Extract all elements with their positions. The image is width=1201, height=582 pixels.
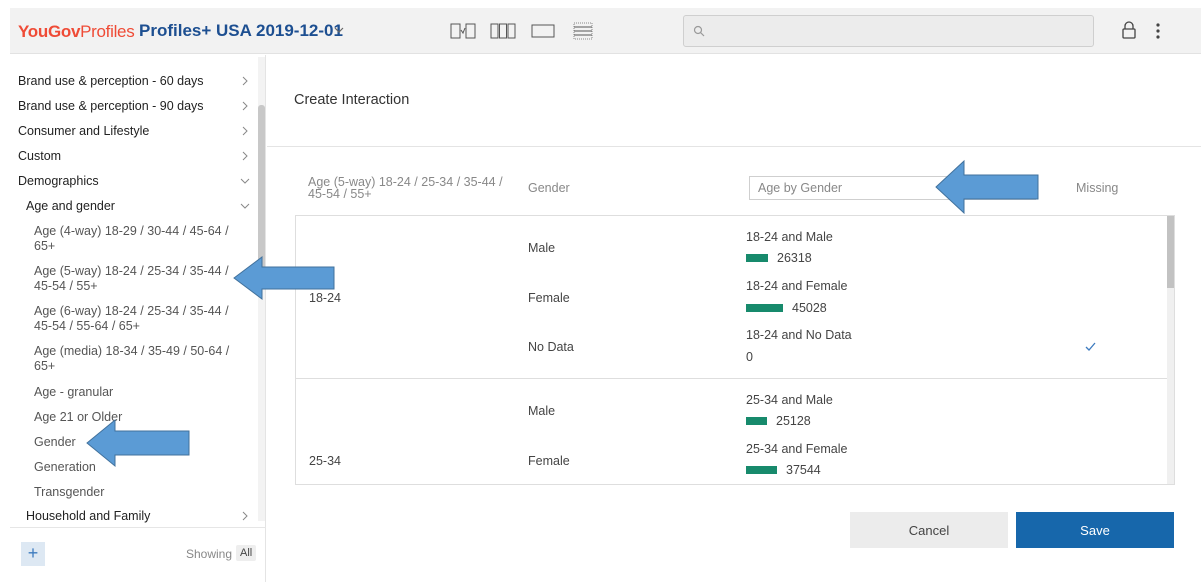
count-value: 0: [746, 350, 753, 364]
chevron-right-icon: [242, 76, 248, 86]
chevron-right-icon: [242, 101, 248, 111]
lock-icon[interactable]: [1121, 20, 1137, 40]
sidebar-item-label: Age (5-way) 18-24 / 25-34 / 35-44 / 45-5…: [34, 264, 229, 293]
variable1-header: Age (5-way) 18-24 / 25-34 / 35-44 / 45-5…: [308, 175, 503, 201]
project-title[interactable]: Profiles+ USA 2019-12-01: [139, 21, 343, 41]
annotation-arrow-left-icon: [233, 256, 335, 300]
sidebar-item-label: Gender: [34, 435, 76, 449]
combination-label[interactable]: 25-34 and Female: [746, 442, 847, 456]
app-header: YouGovProfiles Profiles+ USA 2019-12-01: [10, 8, 1201, 54]
grid-scrollbar-thumb[interactable]: [1167, 216, 1174, 288]
view-toggle-group: [450, 22, 596, 40]
sidebar-item-label: Custom: [18, 149, 62, 163]
annotation-arrow-left-icon: [935, 159, 1039, 215]
combination-label[interactable]: 18-24 and No Data: [746, 328, 852, 342]
create-interaction-panel: Create Interaction Age (5-way) 18-24 / 2…: [267, 55, 1201, 582]
sidebar-item-label: Brand use & perception - 60 days: [18, 74, 204, 88]
sidebar-item-label: Age (media) 18-34 / 35-49 / 50-64 / 65+: [34, 344, 230, 373]
sidebar-item-label: Age and gender: [26, 199, 115, 213]
sidebar-footer: + Showing All: [10, 527, 266, 582]
interaction-grid: 18-24 Male 18-24 and Male 26318 Female 1…: [295, 215, 1175, 485]
count-bar: [746, 466, 777, 474]
save-button[interactable]: Save: [1016, 512, 1174, 548]
sidebar-item-label: Brand use & perception - 90 days: [18, 99, 204, 113]
chevron-down-icon: [240, 203, 250, 209]
count-value: 26318: [777, 251, 812, 265]
search-icon: [693, 25, 705, 37]
annotation-arrow-left-icon: [86, 418, 190, 468]
three-column-view-icon[interactable]: [490, 22, 516, 40]
missing-check-icon[interactable]: [1085, 342, 1097, 352]
missing-header: Missing: [1076, 181, 1119, 195]
value-label: Female: [528, 454, 570, 468]
count-value: 45028: [792, 301, 827, 315]
sidebar-item-label: Age - granular: [34, 385, 114, 399]
logo-text-yougov: YouGov: [18, 22, 81, 41]
chevron-down-icon: [240, 178, 250, 184]
page-title: Create Interaction: [294, 92, 410, 108]
divider: [267, 146, 1201, 147]
chevron-right-icon: [242, 511, 248, 521]
showing-label: Showing: [186, 547, 233, 561]
logo-text-profiles: Profiles: [80, 22, 135, 41]
project-chevron-down-icon[interactable]: [333, 24, 345, 36]
value-label: Male: [528, 241, 556, 255]
value-label: Male: [528, 404, 556, 418]
showing-filter-all[interactable]: All: [236, 545, 257, 561]
single-panel-view-icon[interactable]: [530, 22, 556, 40]
add-button[interactable]: +: [21, 542, 45, 566]
count-bar: [746, 304, 783, 312]
combination-label[interactable]: 18-24 and Female: [746, 279, 847, 293]
count-value: 25128: [776, 414, 811, 428]
sidebar-item-label: Household and Family: [26, 509, 151, 523]
variable2-header: Gender: [528, 181, 570, 195]
list-view-icon[interactable]: [570, 22, 596, 40]
value-label: No Data: [528, 340, 574, 354]
clipped-item-above: [10, 55, 250, 59]
sidebar-item-label: Consumer and Lifestyle: [18, 124, 150, 138]
value-label: Female: [528, 291, 570, 305]
chevron-right-icon: [242, 126, 248, 136]
sidebar-item-label: Age (6-way) 18-24 / 25-34 / 35-44 / 45-5…: [34, 304, 229, 333]
count-bar: [746, 254, 768, 262]
more-options-icon[interactable]: [1155, 21, 1161, 41]
group-label: 25-34: [309, 454, 341, 468]
category-sidebar: Brand use & perception - 60 days Brand u…: [10, 55, 266, 582]
split-view-icon[interactable]: [450, 22, 476, 40]
count-value: 37544: [786, 463, 821, 477]
yougov-profiles-logo[interactable]: YouGovProfiles: [18, 22, 135, 42]
search-input[interactable]: [683, 15, 1094, 47]
sidebar-item-label: Transgender: [34, 485, 105, 499]
count-bar: [746, 417, 767, 425]
sidebar-item-label: Age (4-way) 18-29 / 30-44 / 45-64 / 65+: [34, 224, 229, 253]
combination-label[interactable]: 25-34 and Male: [746, 393, 833, 407]
chevron-right-icon: [242, 151, 248, 161]
sidebar-item-label: Demographics: [18, 174, 99, 188]
cancel-button[interactable]: Cancel: [850, 512, 1008, 548]
combination-label[interactable]: 18-24 and Male: [746, 230, 833, 244]
group-divider: [296, 378, 1167, 379]
